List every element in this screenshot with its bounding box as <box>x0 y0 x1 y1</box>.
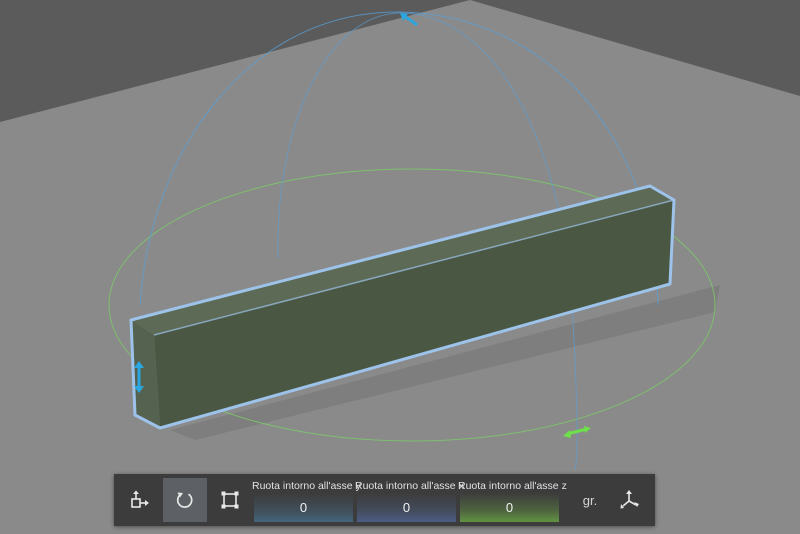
rotate-y-label: Ruota intorno all'asse y <box>252 480 361 492</box>
rotate-z-input[interactable] <box>460 493 559 522</box>
transform-toolbar: Ruota intorno all'asse y Ruota intorno a… <box>114 474 655 526</box>
rotate-x-label: Ruota intorno all'asse x <box>355 480 464 492</box>
viewport-3d[interactable] <box>0 0 800 534</box>
move-tool-button[interactable] <box>118 478 162 522</box>
rotate-z-field: Ruota intorno all'asse z <box>458 474 567 526</box>
move-icon <box>131 490 149 508</box>
rotate-x-field: Ruota intorno all'asse x <box>355 474 464 526</box>
rotate-icon <box>176 492 193 508</box>
pivot-axes-button[interactable] <box>608 478 652 522</box>
rotate-y-input[interactable] <box>254 493 353 522</box>
rotate-x-input[interactable] <box>357 493 456 522</box>
scale-icon <box>221 491 239 509</box>
rotate-y-field: Ruota intorno all'asse y <box>252 474 361 526</box>
scale-tool-button[interactable] <box>208 478 252 522</box>
rotate-z-label: Ruota intorno all'asse z <box>458 480 567 492</box>
unit-label: gr. <box>582 493 598 508</box>
pivot-axes-icon <box>620 490 639 509</box>
rotate-tool-button[interactable] <box>163 478 207 522</box>
